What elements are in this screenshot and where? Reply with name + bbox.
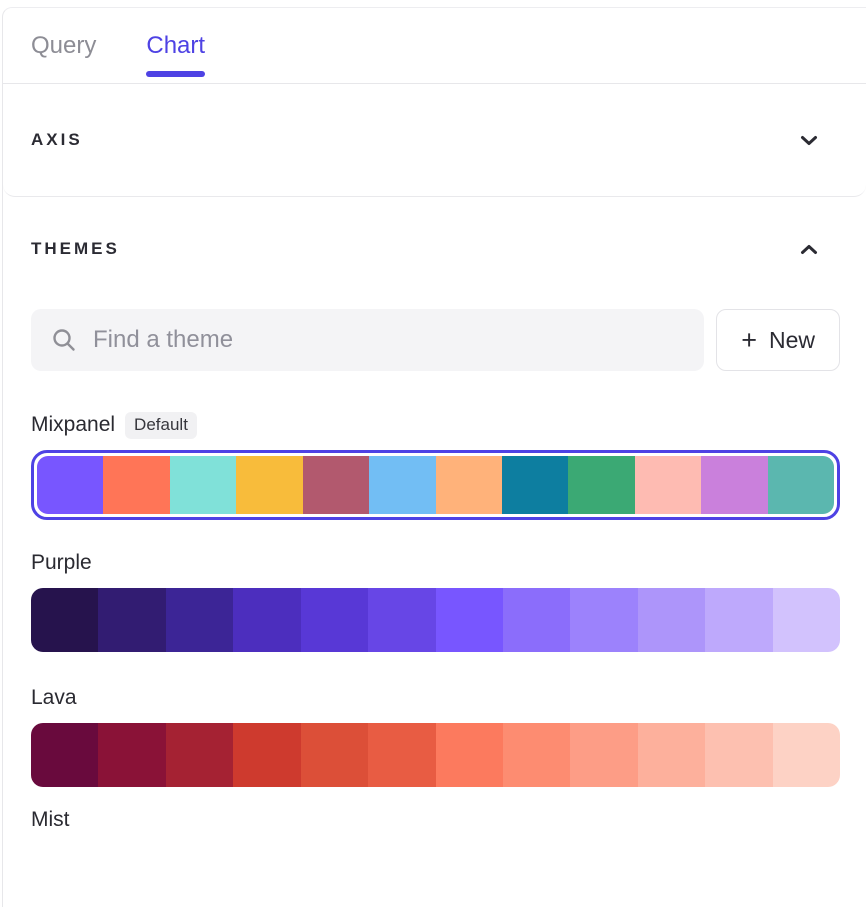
tab-query[interactable]: Query — [31, 8, 96, 83]
theme-label-row: Purple — [31, 549, 840, 577]
theme-item-purple: Purple — [31, 549, 840, 652]
theme-item-mist: Mist — [31, 806, 840, 834]
color-swatch — [773, 588, 840, 652]
color-swatch — [103, 456, 169, 514]
color-swatch — [31, 588, 98, 652]
theme-label-row: Mist — [31, 806, 840, 834]
color-swatch — [233, 723, 300, 787]
color-swatch — [436, 456, 502, 514]
color-swatch — [233, 588, 300, 652]
color-swatch — [98, 723, 165, 787]
theme-palette-lava[interactable] — [31, 723, 840, 787]
active-tab-indicator — [146, 71, 205, 77]
color-swatch — [503, 588, 570, 652]
color-swatch — [705, 588, 772, 652]
color-swatch — [638, 588, 705, 652]
color-swatch — [303, 456, 369, 514]
color-swatch — [568, 456, 634, 514]
plus-icon: + — [741, 327, 757, 354]
themes-section: THEMES + New Mixpanel — [3, 197, 866, 834]
color-swatch — [301, 588, 368, 652]
color-swatch — [773, 723, 840, 787]
theme-palette-mixpanel[interactable] — [31, 450, 840, 520]
color-swatch — [236, 456, 302, 514]
theme-item-lava: Lava — [31, 684, 840, 787]
tab-chart-label: Chart — [146, 32, 205, 60]
chevron-down-icon[interactable] — [800, 135, 818, 146]
search-icon — [51, 327, 77, 353]
color-swatch — [768, 456, 834, 514]
theme-name: Mixpanel — [31, 413, 115, 437]
color-swatch — [635, 456, 701, 514]
color-swatch — [166, 723, 233, 787]
color-swatch — [570, 588, 637, 652]
theme-name: Mist — [31, 808, 70, 832]
color-swatch — [166, 588, 233, 652]
theme-name: Purple — [31, 551, 92, 575]
theme-label-row: Lava — [31, 684, 840, 712]
color-swatch — [436, 723, 503, 787]
tab-bar: Query Chart — [3, 8, 866, 84]
theme-search-input[interactable] — [93, 326, 688, 354]
theme-palette-purple[interactable] — [31, 588, 840, 652]
axis-section-header[interactable]: AXIS — [3, 84, 866, 197]
color-swatch — [502, 456, 568, 514]
new-theme-button-label: New — [769, 327, 815, 354]
color-swatch — [301, 723, 368, 787]
swatch-row — [31, 588, 840, 652]
color-swatch — [368, 588, 435, 652]
color-swatch — [369, 456, 435, 514]
themes-section-title: THEMES — [31, 239, 120, 259]
color-swatch — [368, 723, 435, 787]
color-swatch — [98, 588, 165, 652]
new-theme-button[interactable]: + New — [716, 309, 840, 371]
theme-search-box[interactable] — [31, 309, 704, 371]
tab-chart[interactable]: Chart — [146, 8, 205, 83]
default-badge: Default — [125, 412, 197, 439]
color-swatch — [638, 723, 705, 787]
theme-name: Lava — [31, 686, 77, 710]
theme-label-row: Mixpanel Default — [31, 411, 840, 439]
color-swatch — [37, 456, 103, 514]
tab-query-label: Query — [31, 32, 96, 60]
color-swatch — [503, 723, 570, 787]
chevron-up-icon[interactable] — [800, 244, 818, 255]
color-swatch — [31, 723, 98, 787]
swatch-row — [37, 456, 834, 514]
swatch-row — [31, 723, 840, 787]
theme-search-row: + New — [31, 309, 840, 371]
themes-section-header[interactable]: THEMES — [31, 239, 840, 259]
chart-settings-panel: Query Chart AXIS THEMES — [2, 7, 866, 907]
color-swatch — [701, 456, 767, 514]
color-swatch — [436, 588, 503, 652]
axis-section-title: AXIS — [31, 130, 83, 150]
color-swatch — [170, 456, 236, 514]
theme-item-mixpanel: Mixpanel Default — [31, 411, 840, 520]
color-swatch — [705, 723, 772, 787]
color-swatch — [570, 723, 637, 787]
